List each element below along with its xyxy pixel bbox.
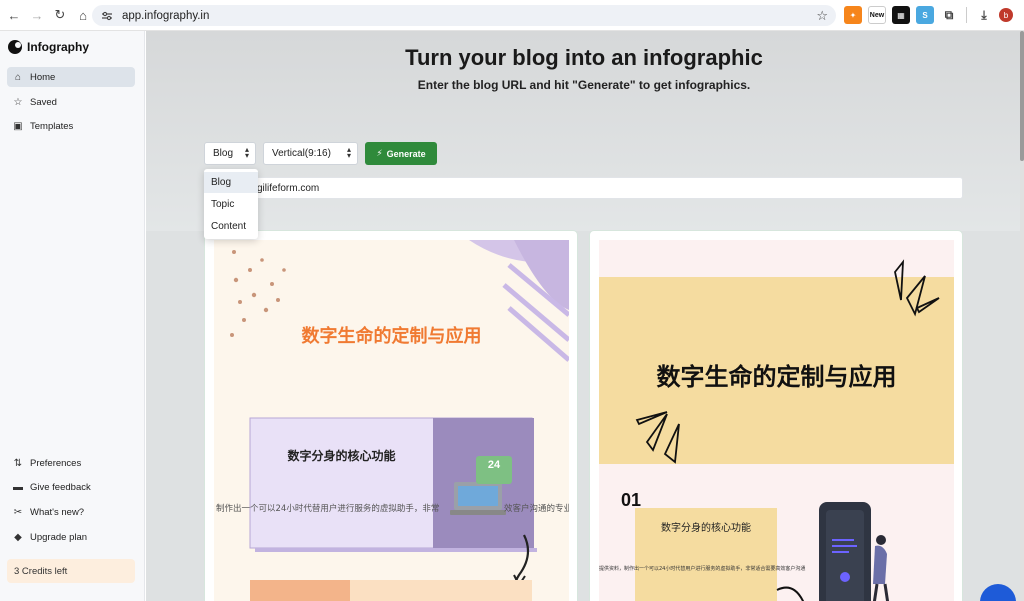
grid-extension-icon[interactable]: ▦ [892, 6, 910, 24]
reload-icon[interactable]: ↻ [49, 4, 71, 26]
infographic-1-decoration [230, 240, 569, 601]
infographic-2-decoration [599, 259, 954, 601]
profile-avatar[interactable]: b [999, 8, 1013, 22]
infographic-1-body: 制作出一个可以24小时代替用户进行服务的虚拟助手，非常 [216, 504, 440, 514]
app-logo[interactable]: Infography [8, 40, 89, 54]
infography-logo-icon [8, 40, 22, 54]
select-chevron-icon: ▴ ▾ [346, 145, 351, 160]
source-type-value: Blog [213, 148, 234, 159]
infographic-card-1[interactable]: 数字生命的定制与应用 数字分身的核心功能 24 制作出一个可以24小时代替用户进… [204, 230, 578, 601]
preferences-icon: ⇅ [13, 457, 23, 469]
page-title: Turn your blog into an infographic [405, 45, 763, 70]
home-icon: ⌂ [14, 71, 22, 83]
main-content: Turn your blog into an infographic Enter… [146, 31, 1024, 601]
aspect-ratio-value: Vertical(9:16) [272, 148, 331, 159]
blue-extension-icon[interactable]: S [916, 6, 934, 24]
chat-support-icon[interactable] [980, 584, 1016, 601]
select-chevron-icon: ▴ ▾ [244, 145, 249, 160]
page-scrollbar[interactable] [1020, 31, 1024, 601]
blog-url-value: gilifeform.com [257, 182, 320, 194]
url-text: app.infography.in [122, 9, 210, 22]
aspect-ratio-select[interactable]: Vertical(9:16) ▴ ▾ [263, 142, 358, 165]
page-subtitle: Enter the blog URL and hit "Generate" to… [417, 78, 751, 92]
back-icon[interactable]: ← [3, 4, 25, 26]
templates-icon: ▣ [13, 120, 23, 132]
credits-badge[interactable]: 3 Credits left [7, 559, 135, 583]
generate-button[interactable]: ⚡ Generate [365, 142, 437, 165]
infographic-preview-1: 数字生命的定制与应用 数字分身的核心功能 24 制作出一个可以24小时代替用户进… [214, 240, 569, 601]
infographic-1-body-tail: 效客户沟通的专业 [504, 504, 569, 514]
infographic-card-2[interactable]: 数字生命的定制与应用 01 数字分身的核心功能 提供资料，制作出一个可以24小时… [589, 230, 963, 601]
sidebar-item-label: Templates [30, 120, 74, 132]
sidebar-item-label: What's new? [30, 506, 85, 518]
sidebar: Infography ⌂ Home ☆ Saved ▣ Templates ⇅ … [0, 31, 145, 601]
sidebar-item-label: Preferences [30, 457, 82, 469]
forward-icon[interactable]: → [26, 4, 48, 26]
dropdown-option-topic[interactable]: Topic [204, 194, 258, 215]
infographic-1-badge: 24 [487, 459, 501, 471]
magic-wand-icon: ⚡ [376, 148, 383, 158]
dropdown-option-blog[interactable]: Blog [204, 172, 258, 193]
address-bar[interactable]: app.infography.in ☆ [92, 5, 836, 26]
blog-url-input[interactable]: gilifeform.com [204, 177, 963, 199]
new-extension-icon[interactable]: New [868, 6, 886, 24]
scrollbar-thumb[interactable] [1020, 31, 1024, 161]
infographic-preview-2: 数字生命的定制与应用 01 数字分身的核心功能 提供资料，制作出一个可以24小时… [599, 240, 954, 601]
sidebar-item-label: Give feedback [30, 481, 91, 493]
star-icon: ☆ [13, 96, 23, 108]
extensions-puzzle-icon[interactable]: ⧉ [940, 6, 958, 24]
site-info-icon[interactable] [100, 9, 114, 23]
dropdown-option-content[interactable]: Content [204, 216, 258, 237]
sidebar-item-label: Upgrade plan [30, 531, 88, 543]
sidebar-item-give-feedback[interactable]: ▬ Give feedback [7, 477, 135, 497]
sidebar-item-preferences[interactable]: ⇅ Preferences [7, 453, 135, 473]
sidebar-item-templates[interactable]: ▣ Templates [7, 116, 135, 136]
source-type-select[interactable]: Blog ▴ ▾ [204, 142, 256, 165]
browser-toolbar: ← → ↻ ⌂ app.infography.in ☆ ✦ New ▦ S ⧉ … [0, 0, 1024, 31]
infographic-2-section-title: 数字分身的核心功能 [661, 523, 751, 534]
upgrade-icon: ◆ [14, 531, 22, 543]
infographic-2-body: 提供资料，制作出一个可以24小时代替用户进行服务的虚拟助手，非常适合需要高效客户… [599, 566, 806, 572]
generate-label: Generate [386, 148, 426, 159]
app-name: Infography [27, 40, 89, 54]
sidebar-item-label: Home [30, 71, 56, 83]
metamask-extension-icon[interactable]: ✦ [844, 6, 862, 24]
infographic-2-title: 数字生命的定制与应用 [656, 363, 897, 391]
feedback-icon: ▬ [13, 481, 23, 493]
whats-new-icon: ✂ [13, 506, 23, 518]
bookmark-star-icon[interactable]: ☆ [816, 8, 828, 24]
source-type-dropdown-menu: Blog Topic Content [204, 169, 258, 239]
infographic-2-number: 01 [621, 490, 642, 510]
toolbar-divider [966, 7, 967, 23]
sidebar-item-saved[interactable]: ☆ Saved [7, 92, 135, 112]
sidebar-item-upgrade-plan[interactable]: ◆ Upgrade plan [7, 527, 135, 547]
home-browser-icon[interactable]: ⌂ [72, 4, 94, 26]
infographic-1-section-title: 数字分身的核心功能 [287, 449, 396, 463]
download-icon[interactable]: ⤓ [975, 6, 993, 24]
sidebar-item-home[interactable]: ⌂ Home [7, 67, 135, 87]
sidebar-item-label: Saved [30, 96, 57, 108]
sidebar-item-whats-new[interactable]: ✂ What's new? [7, 502, 135, 522]
infographic-1-title: 数字生命的定制与应用 [301, 326, 482, 347]
